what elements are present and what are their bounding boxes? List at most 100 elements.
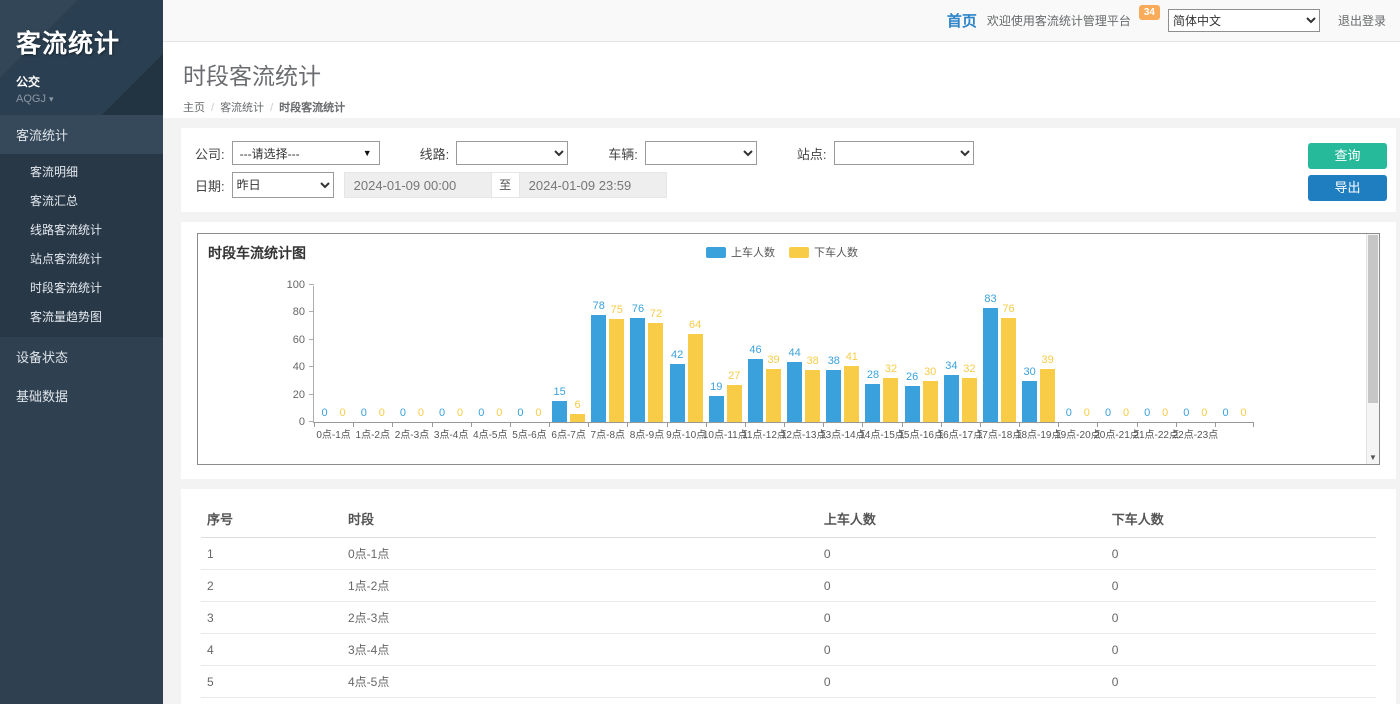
x-axis-tick-label: 7点-8点 <box>591 426 625 441</box>
dropdown-arrow-icon: ▼ <box>363 148 372 158</box>
bar-下车人数[interactable] <box>609 319 624 422</box>
bar-上车人数[interactable] <box>944 375 959 422</box>
bar-value-label: 15 <box>553 386 565 398</box>
bar-下车人数[interactable] <box>688 334 703 422</box>
x-axis-tick-label: 2点-3点 <box>395 426 429 441</box>
bar-上车人数[interactable] <box>748 359 763 422</box>
legend-item[interactable]: 下车人数 <box>789 244 858 260</box>
table-cell: 2点-3点 <box>342 602 818 634</box>
table-cell: 0点-1点 <box>342 538 818 570</box>
breadcrumb-separator: / <box>270 102 273 114</box>
language-select[interactable]: 简体中文 <box>1168 9 1320 32</box>
breadcrumb-item[interactable]: 客流统计 <box>220 102 264 114</box>
bar-上车人数[interactable] <box>709 396 724 422</box>
logout-link[interactable]: 退出登录 <box>1338 12 1386 29</box>
bar-value-label: 72 <box>650 308 662 320</box>
sidebar-item-客流明细[interactable]: 客流明细 <box>0 157 163 186</box>
bar-下车人数[interactable] <box>1040 369 1055 422</box>
home-link[interactable]: 首页 <box>947 10 977 31</box>
sidebar-item-客流汇总[interactable]: 客流汇总 <box>0 186 163 215</box>
bar-value-label: 0 <box>361 407 367 419</box>
bar-value-label: 0 <box>535 407 541 419</box>
table-cell: 0 <box>1106 538 1376 570</box>
bar-下车人数[interactable] <box>648 323 663 422</box>
sidebar-item-客流量趋势图[interactable]: 客流量趋势图 <box>0 302 163 331</box>
bar-value-label: 0 <box>1084 407 1090 419</box>
date-to-input[interactable] <box>519 172 667 198</box>
chart-legend: 上车人数下车人数 <box>198 244 1366 260</box>
table-cell: 0 <box>818 666 1106 698</box>
bar-slot: 15 <box>552 286 567 422</box>
sidebar-item-线路客流统计[interactable]: 线路客流统计 <box>0 215 163 244</box>
table-panel: 序号时段上车人数下车人数 10点-1点0021点-2点0032点-3点0043点… <box>181 489 1396 704</box>
bar-上车人数[interactable] <box>552 401 567 422</box>
bar-上车人数[interactable] <box>670 364 685 422</box>
notification-badge[interactable]: 34 <box>1139 5 1160 20</box>
bar-value-label: 26 <box>906 371 918 383</box>
bar-value-label: 0 <box>418 407 424 419</box>
table-row: 21点-2点00 <box>201 570 1376 602</box>
sidebar-section-基础数据[interactable]: 基础数据 <box>0 376 163 415</box>
user-dropdown[interactable]: AQGJ ▾ <box>16 93 163 105</box>
bar-下车人数[interactable] <box>923 381 938 422</box>
bar-slot: 34 <box>944 286 959 422</box>
bar-slot: 0 <box>395 286 410 422</box>
sidebar-header: 客流统计 公交 AQGJ ▾ <box>0 0 163 115</box>
bar-上车人数[interactable] <box>591 315 606 422</box>
bar-slot: 26 <box>905 286 920 422</box>
bar-下车人数[interactable] <box>570 414 585 422</box>
chart-container: 时段车流统计图 上车人数下车人数 020406080100000点-1点001点… <box>197 233 1380 465</box>
bar-value-label: 0 <box>496 407 502 419</box>
bar-value-label: 0 <box>340 407 346 419</box>
bar-slot: 32 <box>883 286 898 422</box>
sidebar-item-站点客流统计[interactable]: 站点客流统计 <box>0 244 163 273</box>
date-preset-select[interactable]: 昨日 <box>232 172 334 198</box>
bar-slot: 75 <box>609 286 624 422</box>
chart-bar-group: 002点-3点 <box>392 286 431 422</box>
chart-bar-group: 263015点-16点 <box>902 286 941 422</box>
bar-上车人数[interactable] <box>983 308 998 422</box>
bar-下车人数[interactable] <box>1001 318 1016 422</box>
bar-上车人数[interactable] <box>826 370 841 422</box>
bar-slot: 0 <box>435 286 450 422</box>
bar-上车人数[interactable] <box>1022 381 1037 422</box>
line-select[interactable] <box>456 141 568 165</box>
bar-下车人数[interactable] <box>962 378 977 422</box>
export-button[interactable]: 导出 <box>1308 175 1387 201</box>
breadcrumb-item[interactable]: 主页 <box>183 102 205 114</box>
bar-slot: 76 <box>630 286 645 422</box>
bar-上车人数[interactable] <box>905 386 920 422</box>
x-axis-tick-label: 1点-2点 <box>356 426 390 441</box>
bar-下车人数[interactable] <box>883 378 898 422</box>
date-label: 日期: <box>195 176 225 195</box>
legend-swatch-icon <box>706 247 726 258</box>
scrollbar-thumb[interactable] <box>1368 235 1378 403</box>
bar-slot: 64 <box>688 286 703 422</box>
scrollbar-down-arrow-icon[interactable]: ▼ <box>1367 454 1379 462</box>
date-from-input[interactable] <box>344 172 492 198</box>
bar-slot: 27 <box>727 286 742 422</box>
bar-下车人数[interactable] <box>766 369 781 422</box>
sidebar-item-时段客流统计[interactable]: 时段客流统计 <box>0 273 163 302</box>
company-select[interactable]: ---请选择--- ▼ <box>232 141 380 165</box>
bar-value-label: 0 <box>1144 407 1150 419</box>
bar-下车人数[interactable] <box>844 366 859 422</box>
sidebar-section-passenger-stats[interactable]: 客流统计 <box>0 115 163 154</box>
chart-bar-group: 192710点-11点 <box>706 286 745 422</box>
bar-上车人数[interactable] <box>787 362 802 422</box>
bar-slot: 46 <box>748 286 763 422</box>
bar-上车人数[interactable] <box>630 318 645 422</box>
query-button[interactable]: 查询 <box>1308 143 1387 169</box>
legend-item[interactable]: 上车人数 <box>706 244 775 260</box>
bar-上车人数[interactable] <box>865 384 880 422</box>
bar-下车人数[interactable] <box>805 370 820 422</box>
station-select[interactable] <box>834 141 974 165</box>
bar-slot: 0 <box>474 286 489 422</box>
sidebar-other-sections: 设备状态基础数据 <box>0 337 163 415</box>
user-name: AQGJ <box>16 93 46 105</box>
chart-scrollbar[interactable]: ▼ <box>1366 234 1379 464</box>
bar-下车人数[interactable] <box>727 385 742 422</box>
vehicle-select[interactable] <box>645 141 757 165</box>
chart-bar-group: 001点-2点 <box>353 286 392 422</box>
sidebar-section-设备状态[interactable]: 设备状态 <box>0 337 163 376</box>
